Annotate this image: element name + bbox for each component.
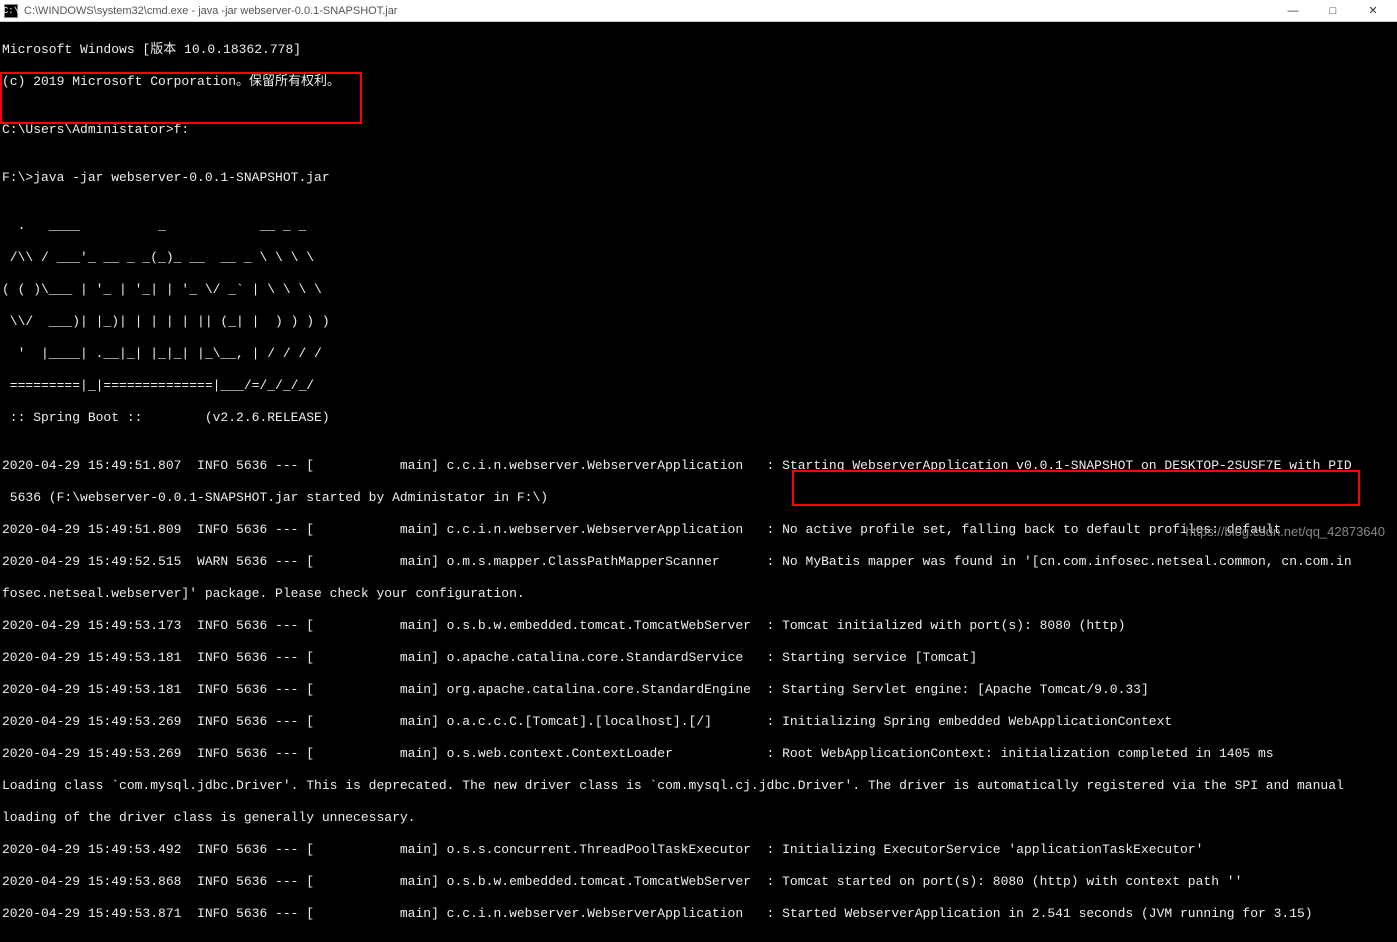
cmd-icon: C:\	[4, 4, 18, 18]
window-titlebar: C:\ C:\WINDOWS\system32\cmd.exe - java -…	[0, 0, 1397, 22]
ascii-art-line: ( ( )\___ | '_ | '_| | '_ \/ _` | \ \ \ …	[2, 282, 1395, 298]
log-line: 2020-04-29 15:49:53.269 INFO 5636 --- [ …	[2, 746, 1395, 762]
log-line: 2020-04-29 15:49:53.492 INFO 5636 --- [ …	[2, 842, 1395, 858]
window-controls: — □ ✕	[1273, 0, 1393, 22]
ascii-art-line: \\/ ___)| |_)| | | | | || (_| | ) ) ) )	[2, 314, 1395, 330]
ascii-art-line: /\\ / ___'_ __ _ _(_)_ __ __ _ \ \ \ \	[2, 250, 1395, 266]
maximize-button[interactable]: □	[1313, 0, 1353, 22]
ascii-art-line: . ____ _ __ _ _	[2, 218, 1395, 234]
log-line: Loading class `com.mysql.jdbc.Driver'. T…	[2, 778, 1395, 794]
log-line: loading of the driver class is generally…	[2, 810, 1395, 826]
terminal-line: (c) 2019 Microsoft Corporation。保留所有权利。	[2, 74, 1395, 90]
ascii-art-line: =========|_|==============|___/=/_/_/_/	[2, 378, 1395, 394]
log-line: 5636 (F:\webserver-0.0.1-SNAPSHOT.jar st…	[2, 490, 1395, 506]
ascii-art-line: ' |____| .__|_| |_|_| |_\__, | / / / /	[2, 346, 1395, 362]
terminal-line: Microsoft Windows [版本 10.0.18362.778]	[2, 42, 1395, 58]
terminal-line: F:\>java -jar webserver-0.0.1-SNAPSHOT.j…	[2, 170, 1395, 186]
log-line: 2020-04-29 15:49:52.515 WARN 5636 --- [ …	[2, 554, 1395, 570]
log-line: fosec.netseal.webserver]' package. Pleas…	[2, 586, 1395, 602]
log-line: 2020-04-29 15:49:53.181 INFO 5636 --- [ …	[2, 682, 1395, 698]
terminal-line: C:\Users\Administator>f:	[2, 122, 1395, 138]
log-line: 2020-04-29 15:49:51.807 INFO 5636 --- [ …	[2, 458, 1395, 474]
spring-boot-version: :: Spring Boot :: (v2.2.6.RELEASE)	[2, 410, 1395, 426]
log-line: 2020-04-29 15:49:53.871 INFO 5636 --- [ …	[2, 906, 1395, 922]
log-line: 2020-04-29 15:49:53.173 INFO 5636 --- [ …	[2, 618, 1395, 634]
log-line: 2020-04-29 15:49:53.269 INFO 5636 --- [ …	[2, 714, 1395, 730]
window-title: C:\WINDOWS\system32\cmd.exe - java -jar …	[24, 5, 1273, 17]
minimize-button[interactable]: —	[1273, 0, 1313, 22]
log-line: 2020-04-29 15:49:53.868 INFO 5636 --- [ …	[2, 874, 1395, 890]
close-button[interactable]: ✕	[1353, 0, 1393, 22]
watermark-text: https://blog.csdn.net/qq_42873640	[1186, 524, 1386, 539]
terminal-output[interactable]: Microsoft Windows [版本 10.0.18362.778] (c…	[0, 22, 1397, 942]
log-line: 2020-04-29 15:49:53.181 INFO 5636 --- [ …	[2, 650, 1395, 666]
